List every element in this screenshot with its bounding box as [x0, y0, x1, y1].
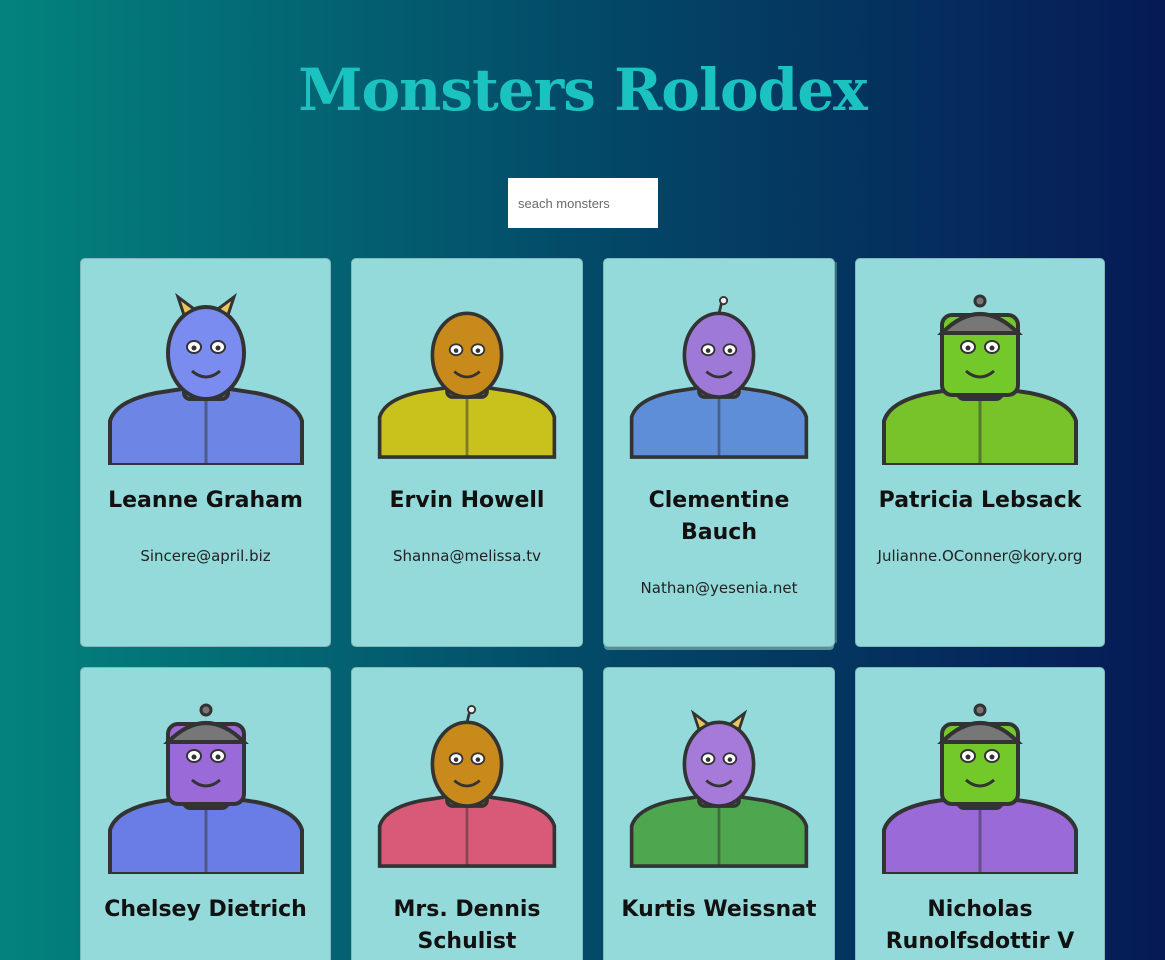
monster-avatar — [629, 296, 809, 459]
monster-name: Clementine Bauch — [648, 488, 790, 545]
monster-email: Shanna@melissa.tv — [393, 547, 541, 565]
monster-avatar-frame — [628, 698, 810, 878]
monster-card[interactable]: Chelsey Dietrich — [80, 667, 331, 960]
monster-avatar — [107, 292, 304, 467]
monster-avatar-frame — [376, 698, 558, 878]
monster-card[interactable]: Nicholas Runolfsdottir V — [855, 667, 1105, 960]
monster-card[interactable]: Ervin Howell Shanna@melissa.tv — [351, 258, 583, 647]
card-list: Leanne Graham Sincere@april.biz Ervin Howe… — [0, 0, 1165, 960]
monster-name: Ervin Howell — [389, 488, 545, 513]
monster-name: Nicholas Runolfsdottir V — [885, 897, 1075, 954]
monster-avatar — [377, 705, 557, 868]
monster-avatar-frame — [106, 698, 306, 878]
monster-avatar-frame — [376, 289, 558, 469]
monster-email: Nathan@yesenia.net — [640, 579, 798, 597]
monster-avatar — [882, 703, 1078, 876]
monster-name: Chelsey Dietrich — [104, 897, 307, 922]
monster-avatar — [882, 294, 1078, 467]
monster-card[interactable]: Leanne Graham Sincere@april.biz — [80, 258, 331, 647]
monster-name: Patricia Lebsack — [878, 488, 1082, 513]
monster-name: Mrs. Dennis Schulist — [393, 897, 541, 954]
monster-avatar-frame — [628, 289, 810, 469]
monster-card[interactable]: Patricia Lebsack Julianne.OConner@kory.or… — [855, 258, 1105, 647]
monster-avatar — [629, 709, 809, 868]
monster-avatar — [107, 703, 304, 876]
monster-avatar-frame — [880, 698, 1080, 878]
monster-avatar-frame — [106, 289, 306, 469]
monster-email: Julianne.OConner@kory.org — [877, 547, 1083, 565]
monster-card[interactable]: Kurtis Weissnat — [603, 667, 835, 960]
monster-avatar-frame — [880, 289, 1080, 469]
monster-email: Sincere@april.biz — [140, 547, 271, 565]
monster-name: Leanne Graham — [108, 488, 303, 513]
monster-avatar — [377, 311, 557, 459]
monster-card[interactable]: Clementine Bauch Nathan@yesenia.net — [603, 258, 835, 647]
monster-card[interactable]: Mrs. Dennis Schulist — [351, 667, 583, 960]
monster-name: Kurtis Weissnat — [621, 897, 817, 922]
